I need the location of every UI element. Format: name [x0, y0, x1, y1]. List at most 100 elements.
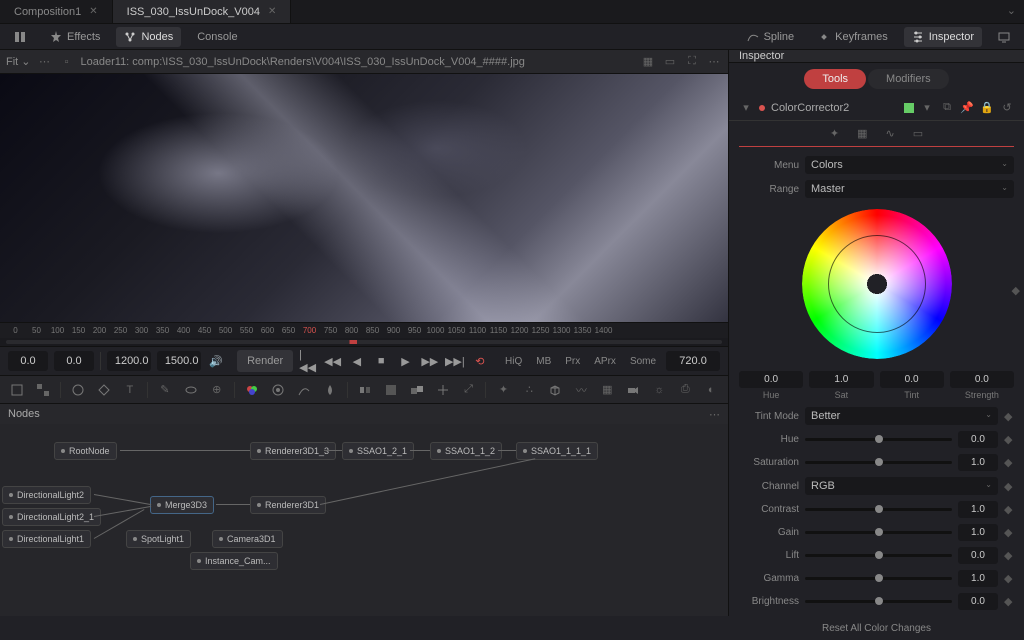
node-dirlight1[interactable]: DirectionalLight1: [2, 530, 91, 548]
correction-tab-icon[interactable]: ✦: [830, 127, 839, 140]
tintmode-dropdown[interactable]: Better⌄: [805, 407, 998, 425]
keyframe-diamond-icon[interactable]: ◆: [1004, 410, 1014, 423]
tool-effects[interactable]: Effects: [42, 27, 108, 47]
channelbool-icon[interactable]: [354, 380, 376, 400]
grid-icon[interactable]: ▦: [640, 55, 656, 68]
viewport-3d[interactable]: [0, 74, 728, 322]
hue-slider[interactable]: [805, 438, 952, 441]
brightness-field[interactable]: 0.0: [958, 593, 998, 610]
keyframe-diamond-icon[interactable]: ◆: [1004, 503, 1014, 516]
library-icon[interactable]: [6, 27, 34, 47]
node-camera3d1[interactable]: Camera3D1: [212, 530, 283, 548]
tint-value[interactable]: 0.0: [880, 371, 944, 388]
node-rootnode[interactable]: RootNode: [54, 442, 117, 460]
gain-field[interactable]: 1.0: [958, 524, 998, 541]
contrast-field[interactable]: 1.0: [958, 501, 998, 518]
spline-icon[interactable]: 〰: [570, 380, 592, 400]
brightness-slider[interactable]: [805, 600, 952, 603]
timeline-ruler[interactable]: 0 50 100 150 200 250 300 350 400 450 500…: [0, 322, 728, 338]
levels-tab-icon[interactable]: ▦: [857, 127, 867, 140]
range-start[interactable]: 1200.0: [107, 351, 151, 371]
channel-dropdown[interactable]: RGB⌄: [805, 477, 998, 495]
mode-dropdown[interactable]: Some: [626, 356, 660, 367]
frame-icon[interactable]: ▭: [662, 55, 678, 68]
close-icon[interactable]: ✕: [268, 6, 276, 17]
light-icon[interactable]: ☼: [648, 380, 670, 400]
bg-icon[interactable]: [6, 380, 28, 400]
fastnoiz-icon[interactable]: [32, 380, 54, 400]
tab-modifiers[interactable]: Modifiers: [868, 69, 949, 89]
node-merge3d3[interactable]: Merge3D3: [150, 496, 214, 514]
lock-icon[interactable]: 🔒: [980, 101, 994, 114]
settings-tab-icon[interactable]: ▭: [913, 127, 923, 140]
sharpen-icon[interactable]: [93, 380, 115, 400]
expand-icon[interactable]: ⛶: [684, 55, 700, 68]
prx-toggle[interactable]: Prx: [561, 356, 584, 367]
first-frame-icon[interactable]: |◀◀: [299, 350, 317, 372]
grid-icon[interactable]: ▦: [596, 380, 618, 400]
curves-tab-icon[interactable]: ∿: [886, 127, 895, 140]
hue-field[interactable]: 0.0: [958, 431, 998, 448]
mask-icon[interactable]: [180, 380, 202, 400]
sat-value[interactable]: 1.0: [809, 371, 873, 388]
square-icon[interactable]: ▫: [59, 56, 75, 68]
play-back-icon[interactable]: ◀: [348, 350, 366, 372]
fit-dropdown[interactable]: Fit ⌄: [6, 55, 31, 68]
gamma-field[interactable]: 1.0: [958, 570, 998, 587]
3d-icon[interactable]: [544, 380, 566, 400]
gain-slider[interactable]: [805, 531, 952, 534]
node-ssao1-1-2[interactable]: SSAO1_1_2: [430, 442, 502, 460]
versions-icon[interactable]: ⧉: [940, 101, 954, 114]
keyframe-diamond-icon[interactable]: ◆: [1004, 480, 1014, 493]
lift-field[interactable]: 0.0: [958, 547, 998, 564]
out-frame[interactable]: 720.0: [666, 351, 720, 371]
render-button[interactable]: Render: [237, 350, 293, 372]
current-frame[interactable]: 0.0: [54, 351, 94, 371]
loop-icon[interactable]: ⟲: [471, 350, 489, 372]
keyframe-diamond-icon[interactable]: ◆: [1004, 433, 1014, 446]
reset-icon[interactable]: ↺: [1000, 101, 1014, 114]
node-spotlight1[interactable]: SpotLight1: [126, 530, 191, 548]
color-swatch[interactable]: [904, 103, 914, 113]
node-renderer3d1-3[interactable]: Renderer3D1_3: [250, 442, 336, 460]
keyframe-diamond-icon[interactable]: ◆: [1012, 284, 1020, 297]
stop-icon[interactable]: ■: [372, 350, 390, 372]
resize-icon[interactable]: ⤢: [458, 380, 480, 400]
node-dirlight2[interactable]: DirectionalLight2: [2, 486, 91, 504]
colorcurve-icon[interactable]: [293, 380, 315, 400]
hue-value[interactable]: 0.0: [739, 371, 803, 388]
play-icon[interactable]: ▶: [396, 350, 414, 372]
xf-icon[interactable]: [432, 380, 454, 400]
saturation-slider[interactable]: [805, 461, 952, 464]
chevron-down-icon[interactable]: ⌄: [999, 0, 1024, 23]
merge-icon[interactable]: [406, 380, 428, 400]
more-icon[interactable]: ⋯: [709, 408, 720, 421]
mb-toggle[interactable]: MB: [532, 356, 555, 367]
node-ssao1-1-1-1[interactable]: SSAO1_1_1_1: [516, 442, 598, 460]
step-back-icon[interactable]: ◀◀: [323, 350, 341, 372]
close-icon[interactable]: ✕: [89, 6, 97, 17]
node-instance-cam[interactable]: Instance_Cam...: [190, 552, 278, 570]
matte-icon[interactable]: [380, 380, 402, 400]
shader-icon[interactable]: ◐: [700, 380, 722, 400]
tool-spline[interactable]: Spline: [739, 27, 803, 47]
keyframe-diamond-icon[interactable]: ◆: [1004, 572, 1014, 585]
reset-button[interactable]: Reset All Color Changes: [729, 617, 1024, 640]
range-end[interactable]: 1500.0: [157, 351, 201, 371]
keyframe-diamond-icon[interactable]: ◆: [1004, 456, 1014, 469]
contrast-slider[interactable]: [805, 508, 952, 511]
in-frame[interactable]: 0.0: [8, 351, 48, 371]
hiq-toggle[interactable]: HiQ: [501, 356, 526, 367]
text-icon[interactable]: T: [119, 380, 141, 400]
tool-nodes[interactable]: Nodes: [116, 27, 181, 47]
particles-icon[interactable]: ∴: [518, 380, 540, 400]
hue-icon[interactable]: [267, 380, 289, 400]
more-icon[interactable]: ⋯: [706, 55, 722, 68]
tab-tools[interactable]: Tools: [804, 69, 866, 89]
node-ssao1-2-1[interactable]: SSAO1_2_1: [342, 442, 414, 460]
saturation-field[interactable]: 1.0: [958, 454, 998, 471]
colorcorrect-icon[interactable]: [241, 380, 263, 400]
tool-console[interactable]: Console: [189, 27, 245, 47]
range-dropdown[interactable]: Master⌄: [805, 180, 1014, 198]
keyframe-diamond-icon[interactable]: ◆: [1004, 549, 1014, 562]
